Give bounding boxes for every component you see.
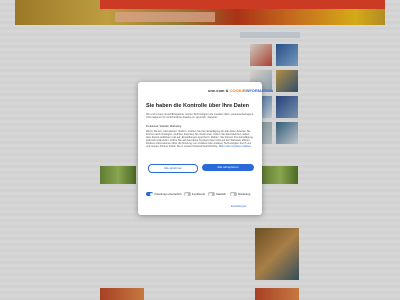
consent-toggles: Unbedingt erforderlich Funktional Statis… <box>146 192 256 200</box>
purposes-text: Funktional, Statistik, Marketing <box>146 125 182 128</box>
switch-icon <box>146 192 153 197</box>
intro-text: Wir und unsere Geschäftspartner nutzen T… <box>146 113 254 120</box>
reject-all-button[interactable]: Alle ablehnen <box>148 164 198 173</box>
details-text: Wenn Sie auf „Akzeptieren“ klicken, erte… <box>146 130 253 149</box>
accept-all-button[interactable]: Alle akzeptieren <box>202 164 254 171</box>
toggle-functional[interactable]: Funktional <box>184 192 205 200</box>
toggle-marketing[interactable]: Marketing <box>230 192 250 200</box>
toggle-statistics[interactable]: Statistik <box>208 192 226 200</box>
dialog-title: Sie haben die Kontrolle über Ihre Daten <box>146 103 249 109</box>
cookies-info-link[interactable]: Mehr über Cookies erfahren <box>219 145 251 148</box>
switch-icon <box>230 192 237 197</box>
toggle-necessary[interactable]: Unbedingt erforderlich <box>146 192 182 200</box>
switch-icon <box>184 192 191 197</box>
switch-icon <box>208 192 215 197</box>
settings-link[interactable]: Einstellungen <box>231 205 247 208</box>
consent-logo: one.com & COOKIEINFORMATION <box>208 88 274 93</box>
